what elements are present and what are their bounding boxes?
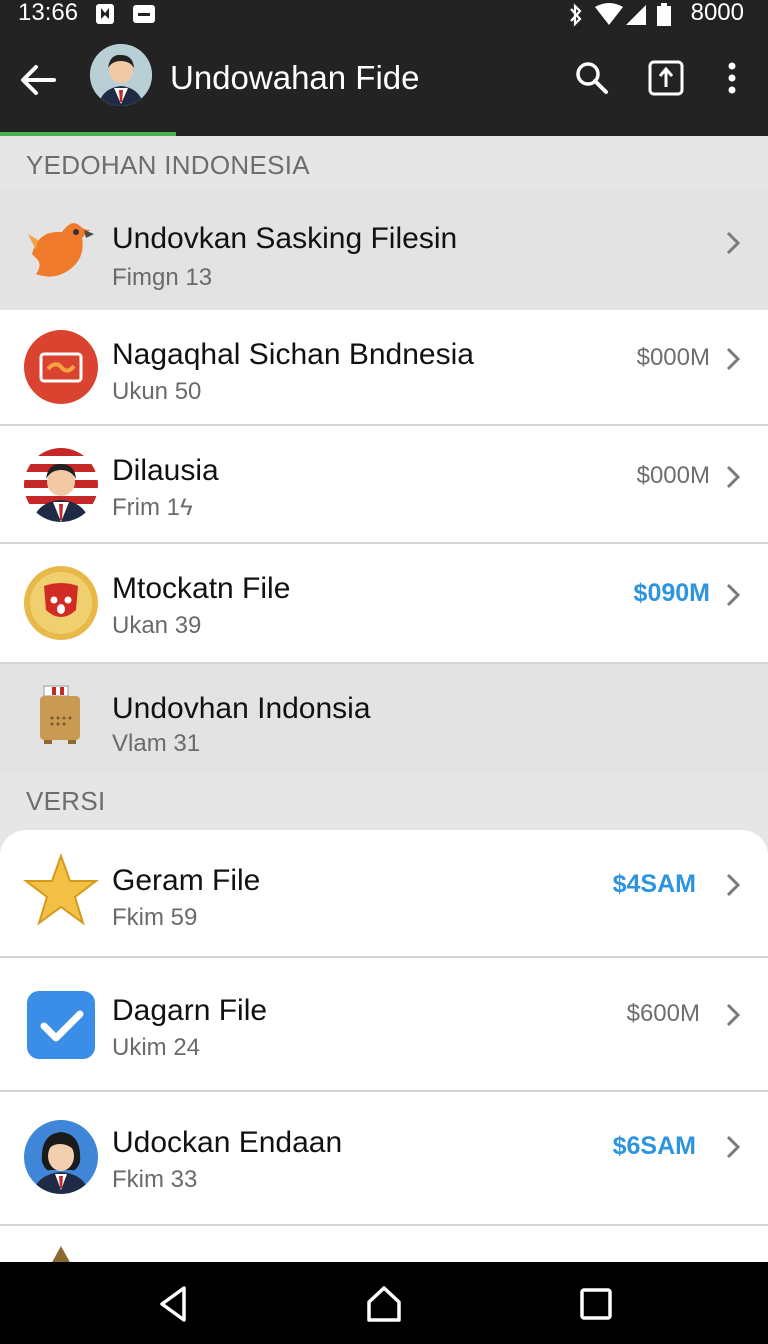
item-subtitle: Fkim 33 — [112, 1166, 198, 1193]
overflow-menu-icon[interactable] — [712, 58, 752, 98]
status-time: 13:66 — [18, 0, 79, 26]
item-subtitle: Fkim 59 — [112, 904, 198, 931]
chevron-right-icon — [724, 1002, 742, 1028]
list-item[interactable]: Undovkan Sasking Filesin Fimgn 13 — [0, 190, 768, 310]
page-title: Undowahan Fide — [170, 59, 420, 96]
radio-icon — [22, 684, 100, 762]
chevron-right-icon — [724, 1134, 742, 1160]
battery-icon — [656, 3, 672, 32]
item-name: Geram File — [112, 864, 261, 897]
screen: 13:66 8000 Undowahan Fide YEDOHAN INDONE… — [0, 0, 768, 1344]
home-icon[interactable] — [364, 1284, 404, 1324]
signal-icon — [624, 3, 648, 32]
status-bar: 13:66 8000 — [0, 0, 768, 30]
chevron-right-icon — [724, 346, 742, 372]
item-amount: $090M — [633, 579, 710, 607]
item-subtitle: Ukan 39 — [112, 612, 202, 639]
item-name: Undovhan Indonsia — [112, 692, 371, 725]
item-subtitle: Fimgn 13 — [112, 264, 213, 291]
item-name: Dagarn File — [112, 994, 268, 1027]
bluetooth-icon — [566, 3, 586, 32]
item-amount: $000M — [636, 462, 710, 489]
recents-icon[interactable] — [576, 1284, 616, 1324]
woman-avatar-icon — [22, 1118, 100, 1196]
item-subtitle: Ukim 24 — [112, 1034, 201, 1061]
person-flag-icon — [22, 446, 100, 524]
back-arrow-icon[interactable] — [16, 58, 60, 102]
tab-indicator — [0, 132, 176, 136]
section-header: VERSI — [26, 786, 106, 816]
list-item[interactable]: Dilausia Frim 1ϟ $000M — [0, 426, 768, 544]
item-name: Mtockatn File — [112, 572, 291, 605]
checkmark-icon — [22, 986, 100, 1064]
item-name: Nagaqhal Sichan Bndnesia — [112, 338, 474, 371]
search-icon[interactable] — [572, 58, 612, 98]
star-icon — [22, 852, 100, 930]
list-item[interactable]: Udockan Endaan Fkim 33 $6SAM — [0, 1092, 768, 1226]
item-name: Dilausia — [112, 454, 219, 487]
list-item[interactable]: Mtockatn File Ukan 39 $090M — [0, 544, 768, 664]
back-triangle-icon[interactable] — [154, 1284, 194, 1324]
chevron-right-icon — [724, 872, 742, 898]
mascot-icon — [22, 564, 100, 642]
item-subtitle: Ukun 50 — [112, 378, 202, 405]
chevron-right-icon — [724, 230, 742, 256]
section-header: YEDOHAN INDONESIA — [26, 150, 310, 180]
message-icon — [132, 3, 156, 30]
list-item[interactable]: Nagaqhal Sichan Bndnesia Ukun 50 $000M — [0, 310, 768, 426]
upload-icon[interactable] — [646, 58, 686, 98]
app-bar: Undowahan Fide — [0, 30, 768, 136]
chevron-right-icon — [724, 582, 742, 608]
bookmark-icon — [94, 3, 116, 30]
list-item[interactable] — [0, 1226, 768, 1266]
item-amount: $000M — [636, 344, 710, 371]
item-subtitle: Frim 1ϟ — [112, 494, 193, 521]
mail-icon — [22, 328, 100, 406]
item-name: Udockan Endaan — [112, 1126, 343, 1159]
chevron-right-icon — [724, 464, 742, 490]
list-item[interactable]: Dagarn File Ukim 24 $600M — [0, 958, 768, 1092]
item-amount: $6SAM — [612, 1132, 696, 1160]
wifi-icon — [594, 3, 624, 32]
item-amount: $4SAM — [612, 870, 696, 898]
item-amount: $600M — [626, 1000, 700, 1027]
avatar[interactable] — [90, 44, 152, 106]
list-item[interactable]: Undovhan Indonsia Vlam 31 — [0, 664, 768, 774]
system-nav-bar — [0, 1262, 768, 1344]
item-name: Undovkan Sasking Filesin — [112, 222, 458, 255]
battery-level: 8000 — [690, 0, 744, 26]
bird-icon — [22, 210, 100, 288]
list-item[interactable]: Geram File Fkim 59 $4SAM — [0, 830, 768, 958]
item-subtitle: Vlam 31 — [112, 730, 201, 757]
